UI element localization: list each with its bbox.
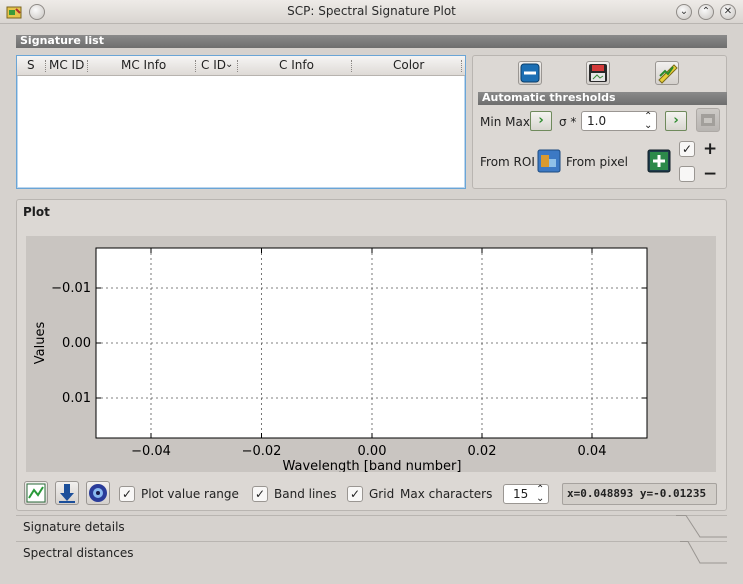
tab-signature-details-label: Signature details (23, 520, 125, 534)
max-characters-label: Max characters (400, 487, 493, 501)
cursor-coordinates: x=0.048893 y=-0.01235 (562, 483, 717, 505)
max-characters-value[interactable]: 15 (513, 487, 528, 501)
column-divider (461, 60, 462, 72)
import-spectra-button[interactable] (55, 481, 79, 505)
y-tick-label: 0.01 (62, 391, 91, 406)
plot-value-range-label: Plot value range (141, 487, 239, 501)
tab-corner (680, 541, 727, 565)
auto-plus-checkbox[interactable]: ✓ (679, 141, 695, 157)
plot-canvas[interactable]: −0.04 −0.02 0.00 0.02 0.04 −0.01 0.00 0.… (26, 236, 716, 474)
grid-checkbox[interactable]: ✓ (347, 486, 363, 502)
column-divider (237, 60, 238, 72)
from-roi-label: From ROI (480, 155, 535, 169)
roi-icon (537, 149, 561, 173)
column-divider (87, 60, 88, 72)
y-tick-label: 0.00 (62, 336, 91, 351)
column-header-mc-info[interactable]: MC Info (121, 58, 166, 72)
sigma-run-button[interactable]: › (665, 111, 687, 131)
fit-axes-icon (26, 483, 46, 503)
fit-to-axes-button[interactable] (24, 481, 48, 505)
sigma-value[interactable]: 1.0 (587, 114, 606, 128)
spectral-ring-icon (89, 484, 107, 502)
x-axis-label: Wavelength [band number] (283, 459, 462, 472)
fit-plot-button[interactable] (655, 61, 679, 85)
min-max-run-button[interactable]: › (530, 111, 552, 131)
column-divider (351, 60, 352, 72)
column-divider (195, 60, 196, 72)
grid-label: Grid (369, 487, 395, 501)
x-tick-label: −0.04 (131, 444, 171, 459)
from-pixel-label: From pixel (566, 155, 628, 169)
sigma-label: σ * (559, 115, 577, 129)
tab-corner (676, 515, 727, 539)
ruler-chart-icon (658, 64, 678, 84)
save-plot-button[interactable] (586, 61, 610, 85)
band-lines-checkbox[interactable]: ✓ (252, 486, 268, 502)
x-tick-label: −0.02 (242, 444, 282, 459)
plot-section-title: Plot (23, 205, 50, 219)
x-tick-label: 0.04 (578, 444, 607, 459)
minimize-button[interactable]: ⌄ (676, 4, 692, 20)
close-button[interactable]: ✕ (720, 4, 736, 20)
band-lines-label: Band lines (274, 487, 337, 501)
x-tick-label: 0.00 (358, 444, 387, 459)
maximize-button[interactable]: ⌃ (698, 4, 714, 20)
tab-spectral-distances-label: Spectral distances (23, 546, 134, 560)
sigma-spinbox[interactable]: 1.0 ⌃ ⌄ (581, 111, 657, 131)
save-icon (589, 64, 607, 82)
reset-threshold-button[interactable] (696, 108, 720, 132)
remove-signature-button[interactable] (518, 61, 542, 85)
plus-label: + (703, 139, 718, 159)
column-header-mc-id[interactable]: MC ID (49, 58, 84, 72)
tab-signature-details[interactable]: Signature details (16, 515, 727, 539)
add-pixel-button[interactable] (647, 149, 671, 173)
tab-spectral-distances[interactable]: Spectral distances (16, 541, 727, 565)
automatic-thresholds-header: Automatic thresholds (478, 92, 727, 105)
add-icon (647, 149, 671, 173)
reset-icon (701, 114, 715, 126)
signature-table[interactable]: S MC ID MC Info C ID ⌄ C Info Color (16, 55, 466, 189)
minus-label: − (703, 164, 718, 184)
from-roi-button[interactable] (537, 149, 561, 173)
x-tick-label: 0.02 (468, 444, 497, 459)
sort-chevron-down-icon[interactable]: ⌄ (225, 59, 233, 70)
spin-arrows-icon[interactable]: ⌃ ⌄ (536, 485, 544, 504)
y-tick-label: −0.01 (51, 281, 91, 296)
column-header-c-info[interactable]: C Info (279, 58, 314, 72)
column-divider (45, 60, 46, 72)
signature-list-header: Signature list (16, 35, 727, 48)
max-characters-spinbox[interactable]: 15 ⌃ ⌄ (503, 484, 549, 504)
table-header: S MC ID MC Info C ID ⌄ C Info Color (17, 56, 465, 76)
spin-arrows-icon[interactable]: ⌃ ⌄ (644, 112, 652, 131)
y-axis-label: Values (33, 322, 48, 365)
column-header-color[interactable]: Color (393, 58, 424, 72)
plot-value-range-checkbox[interactable]: ✓ (119, 486, 135, 502)
window-title: SCP: Spectral Signature Plot (287, 4, 456, 18)
column-header-s[interactable]: S (27, 58, 35, 72)
download-arrow-icon (59, 484, 75, 503)
auto-minus-checkbox[interactable] (679, 166, 695, 182)
spectral-plot[interactable]: −0.04 −0.02 0.00 0.02 0.04 −0.01 0.00 0.… (26, 236, 716, 474)
minus-icon (520, 63, 540, 83)
min-max-label: Min Max (480, 115, 530, 129)
plot-legend-button[interactable] (86, 481, 110, 505)
